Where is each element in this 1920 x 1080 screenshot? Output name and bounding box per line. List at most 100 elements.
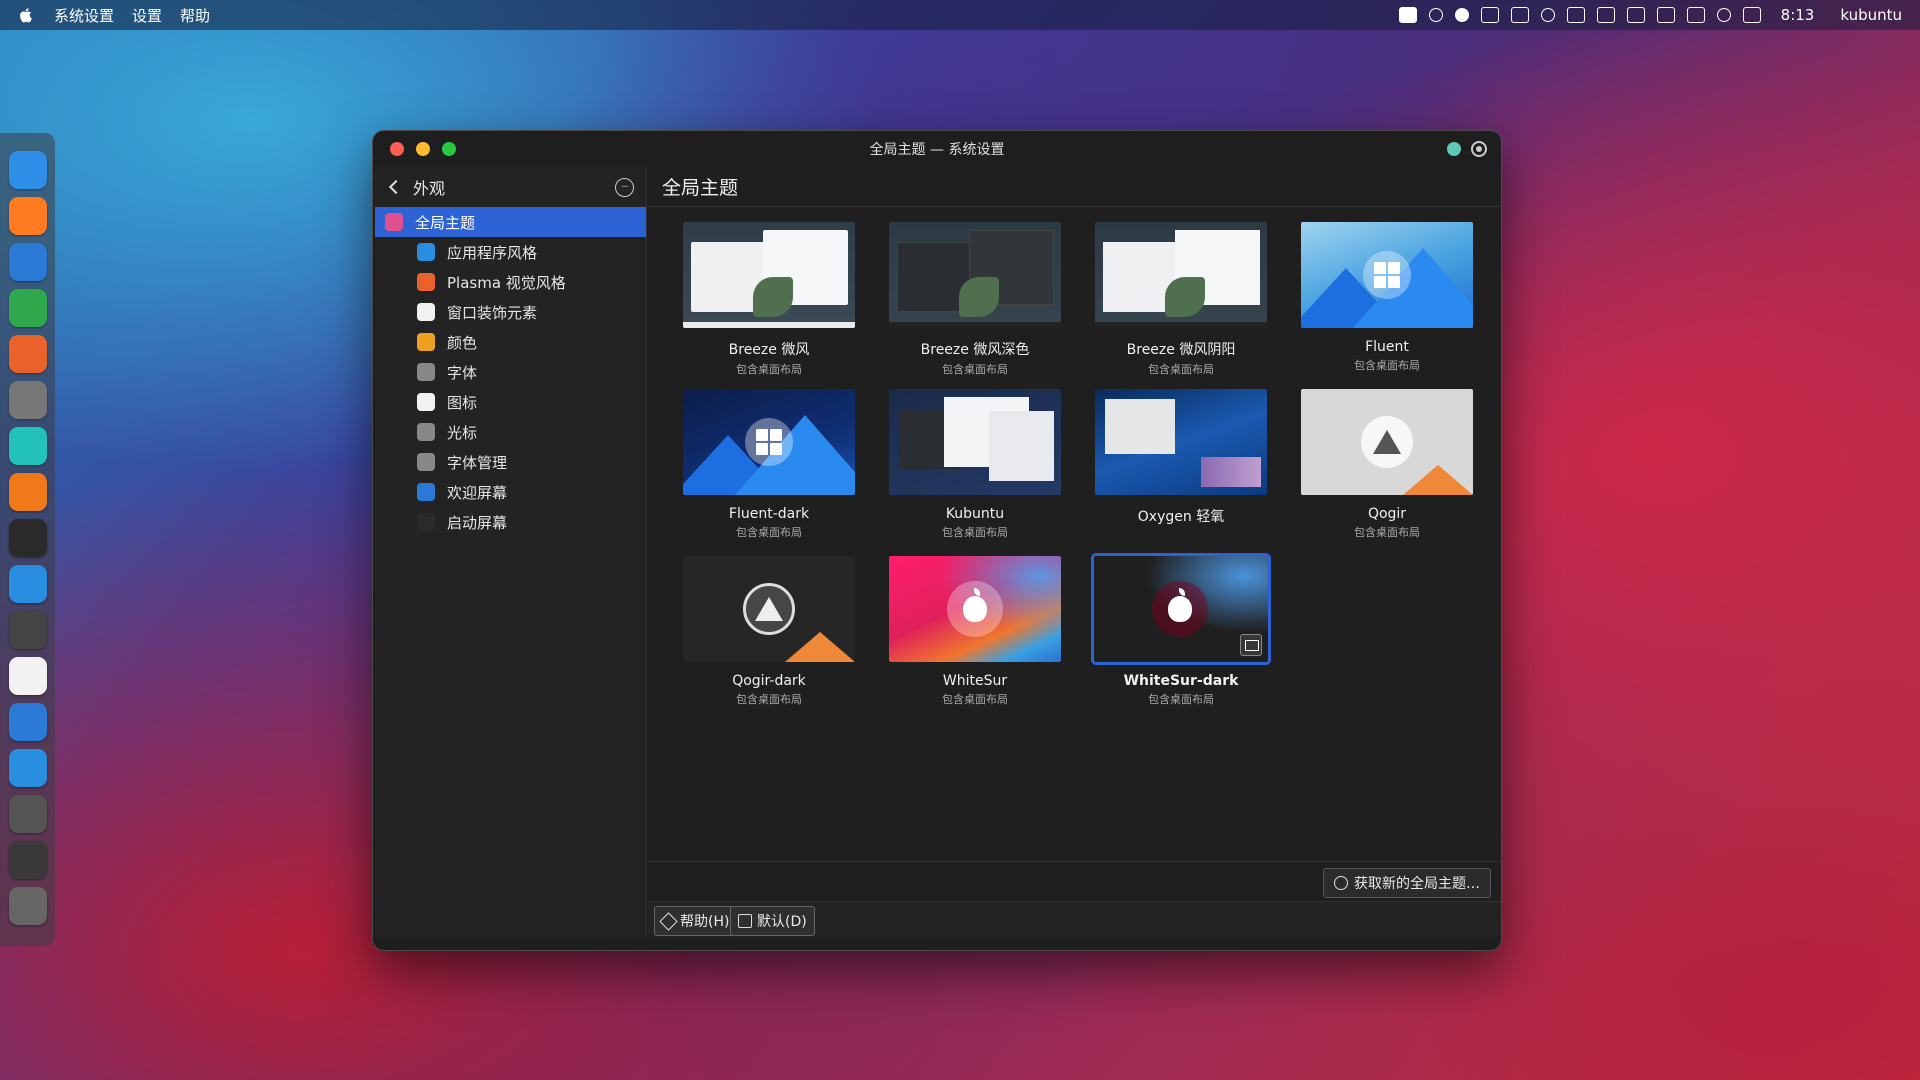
monitor-icon[interactable]: [1656, 7, 1675, 23]
impress-icon[interactable]: [8, 335, 47, 373]
help-button[interactable]: 帮助(H): [654, 906, 738, 936]
clock[interactable]: 8:13: [1781, 6, 1815, 24]
theme-preview-image[interactable]: [683, 389, 855, 495]
sidebar-item-1[interactable]: 应用程序风格: [375, 237, 646, 267]
keep-above-button[interactable]: [1447, 142, 1461, 156]
screen-icon[interactable]: [1686, 7, 1705, 23]
window-icon[interactable]: [8, 841, 47, 879]
sidebar-item-8[interactable]: 字体管理: [375, 447, 646, 477]
sidebar-item-label: 图标: [447, 393, 478, 412]
sidebar-item-2[interactable]: Plasma 视觉风格: [375, 267, 646, 297]
menu-help[interactable]: 帮助: [180, 5, 210, 26]
back-chevron-icon[interactable]: [388, 179, 404, 195]
theme-subtitle: 包含桌面布局: [942, 693, 1008, 706]
info-icon[interactable]: [1626, 7, 1645, 23]
theme-subtitle: 包含桌面布局: [736, 693, 802, 706]
terminal-icon[interactable]: [8, 519, 47, 557]
sidebar-item-0[interactable]: 全局主题: [375, 207, 646, 237]
drive-icon[interactable]: [1566, 7, 1585, 23]
menu-system-settings[interactable]: 系统设置: [54, 5, 114, 26]
theme-tile[interactable]: Fluent-dark 包含桌面布局: [666, 389, 872, 556]
sidebar-item-3[interactable]: 窗口装饰元素: [375, 297, 646, 327]
firefox-icon[interactable]: [8, 197, 47, 235]
display-icon[interactable]: [1596, 7, 1615, 23]
theme-tile[interactable]: Fluent 包含桌面布局: [1284, 222, 1490, 389]
battery-icon[interactable]: [1742, 7, 1761, 23]
theme-tile[interactable]: Breeze 微风 包含桌面布局: [666, 222, 872, 389]
discover-icon[interactable]: [8, 703, 47, 741]
window-titlebar[interactable]: 全局主题 — 系统设置: [373, 131, 1501, 167]
theme-preview-image[interactable]: [889, 556, 1061, 662]
theme-preview-image[interactable]: [1095, 389, 1267, 495]
user-name[interactable]: kubuntu: [1840, 6, 1902, 24]
theme-tile[interactable]: WhiteSur 包含桌面布局: [872, 556, 1078, 723]
theme-tile[interactable]: Kubuntu 包含桌面布局: [872, 389, 1078, 556]
theme-name: Qogir: [1367, 506, 1407, 522]
sidebar-item-9[interactable]: 欢迎屏幕: [375, 477, 646, 507]
close-window-button[interactable]: [390, 142, 404, 156]
theme-name: Fluent: [1365, 339, 1409, 355]
sidebar-item-label: 启动屏幕: [447, 513, 508, 532]
more-options-icon[interactable]: ···: [615, 177, 634, 197]
volume-icon[interactable]: [1716, 8, 1731, 22]
theme-subtitle: 包含桌面布局: [1354, 359, 1420, 372]
files-icon[interactable]: [8, 151, 47, 189]
theme-subtitle: 包含桌面布局: [1148, 693, 1214, 706]
theme-tile[interactable]: Qogir-dark 包含桌面布局: [666, 556, 872, 723]
sidebar-item-7[interactable]: 光标: [375, 417, 646, 447]
sidebar-item-label: Plasma 视觉风格: [447, 273, 566, 292]
sidebar-item-5[interactable]: 字体: [375, 357, 646, 387]
minimize-window-button[interactable]: [416, 142, 430, 156]
theme-tile[interactable]: Oxygen 轻氧: [1078, 389, 1284, 556]
maximize-window-button[interactable]: [442, 142, 456, 156]
theme-tile[interactable]: Qogir 包含桌面布局: [1284, 389, 1490, 556]
gimp-icon[interactable]: [8, 381, 47, 419]
bulb-icon[interactable]: [1540, 8, 1555, 22]
sidebar-item-6[interactable]: 图标: [375, 387, 646, 417]
defaults-icon: [738, 914, 752, 928]
apple-logo-icon[interactable]: [18, 7, 34, 23]
writer-icon[interactable]: [8, 243, 47, 281]
cloud-icon[interactable]: [1454, 8, 1469, 22]
screenshot-icon[interactable]: [8, 657, 47, 695]
theme-preview-image[interactable]: [889, 222, 1061, 328]
main-content: 全局主题 Breeze 微风 包含桌面布局 Breeze 微风深色 包含桌面布局 Bre…: [648, 167, 1501, 937]
theme-name: Qogir-dark: [732, 673, 806, 689]
wallpaper-badge-icon[interactable]: [1240, 634, 1262, 656]
sidebar-item-icon: [417, 303, 435, 321]
theme-tile[interactable]: Breeze 微风深色 包含桌面布局: [872, 222, 1078, 389]
command-icon[interactable]: [1398, 7, 1417, 23]
sidebar-item-icon: [417, 333, 435, 351]
sidebar-item-label: 应用程序风格: [447, 243, 538, 262]
sidebar-item-label: 光标: [447, 423, 478, 442]
theme-preview-image[interactable]: [1095, 222, 1267, 328]
theme-preview-image[interactable]: [1091, 553, 1271, 665]
sidebar-item-10[interactable]: 启动屏幕: [375, 507, 646, 537]
vlc-icon[interactable]: [8, 473, 47, 511]
sidebar: 外观 ··· 全局主题应用程序风格 Plasma 视觉风格窗口装饰元素 颜色 字体图标…: [375, 167, 647, 937]
discover-download-icon[interactable]: [8, 749, 47, 787]
theme-preview-image[interactable]: [683, 222, 855, 328]
sidebar-item-icon: [417, 453, 435, 471]
music-icon[interactable]: [8, 427, 47, 465]
trash-icon[interactable]: [8, 887, 47, 925]
sidebar-category-title[interactable]: 外观: [413, 175, 445, 199]
clipboard-icon[interactable]: [1510, 7, 1529, 23]
calc-icon[interactable]: [8, 289, 47, 327]
sidebar-item-4[interactable]: 颜色: [375, 327, 646, 357]
defaults-button[interactable]: 默认(D): [730, 906, 815, 936]
bell-icon[interactable]: [1428, 8, 1443, 22]
settings-icon[interactable]: [8, 795, 47, 833]
theme-preview-image[interactable]: [683, 556, 855, 662]
theme-tile[interactable]: Breeze 微风阴阳 包含桌面布局: [1078, 222, 1284, 389]
theme-tile[interactable]: WhiteSur-dark 包含桌面布局: [1078, 553, 1284, 723]
window-menu-gear-icon[interactable]: [1471, 141, 1487, 157]
theme-preview-image[interactable]: [1301, 389, 1473, 495]
calculator-icon[interactable]: [8, 611, 47, 649]
theme-preview-image[interactable]: [889, 389, 1061, 495]
theme-preview-image[interactable]: [1301, 222, 1473, 328]
screen-share-icon[interactable]: [1480, 7, 1499, 23]
get-new-themes-button[interactable]: 获取新的全局主题…: [1323, 868, 1491, 898]
menu-settings[interactable]: 设置: [132, 5, 162, 26]
kite-icon[interactable]: [8, 565, 47, 603]
